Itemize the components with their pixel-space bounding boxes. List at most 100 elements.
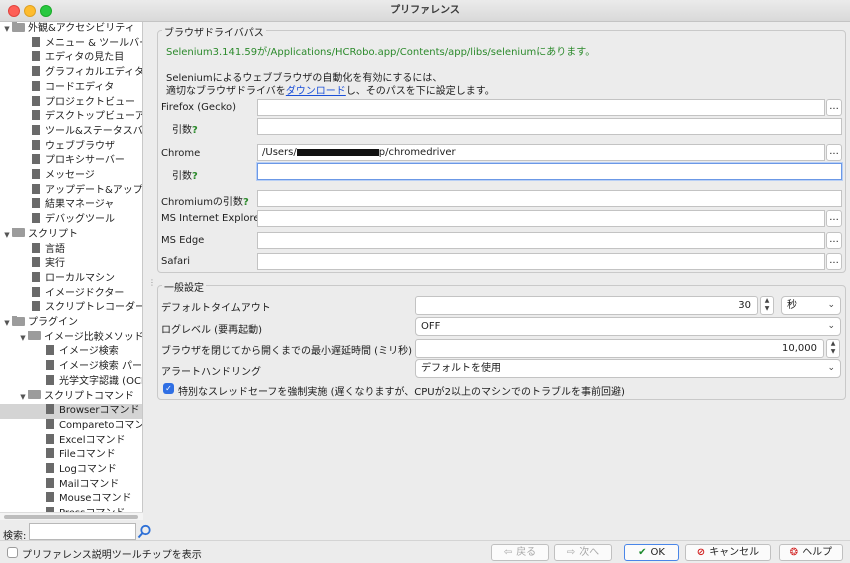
tree-item[interactable]: プロジェクトビュー xyxy=(0,95,142,111)
tree-item[interactable]: イメージ検索 xyxy=(0,345,142,360)
help-button[interactable]: ❂ ヘルプ xyxy=(779,544,843,561)
description-line-2: 適切なブラウザドライバをダウンロードし、そのパスを下に設定します。 xyxy=(166,82,495,97)
window-title: プリファレンス xyxy=(390,5,460,16)
timeout-input[interactable]: 30 xyxy=(415,296,758,315)
tree-item[interactable]: イメージ検索 パート2 xyxy=(0,360,142,375)
ie-path-field[interactable] xyxy=(257,210,825,227)
zoom-window-button[interactable] xyxy=(40,5,52,17)
tree-item[interactable]: Mailコマンド xyxy=(0,477,142,493)
expand-toggle-icon[interactable]: ▼ xyxy=(2,316,12,331)
tree-item[interactable]: Logコマンド xyxy=(0,463,142,478)
browser-driver-group-title: ブラウザドライバパス xyxy=(162,24,266,39)
scrollbar-thumb[interactable] xyxy=(4,515,138,519)
download-link[interactable]: ダウンロード xyxy=(286,86,346,97)
tree-item[interactable]: Comparetoコマンド xyxy=(0,418,142,434)
tree-item[interactable]: メッセージ xyxy=(0,169,142,184)
safari-path-field[interactable] xyxy=(257,253,825,270)
tree-item[interactable]: メニュー & ツールバー xyxy=(0,36,142,52)
tree-folder-item[interactable]: ▼ 外観&アクセシビリティ xyxy=(0,22,142,37)
tree-item-label: 結果マネージャ xyxy=(45,199,115,211)
firefox-args-field[interactable] xyxy=(257,118,842,135)
tree-item[interactable]: 結果マネージャ xyxy=(0,198,142,213)
tree-item[interactable]: Excelコマンド xyxy=(0,433,142,449)
tree-item[interactable]: コードエディタ xyxy=(0,80,142,96)
chromium-text: Chromiumの引数 xyxy=(161,197,243,208)
preferences-tree[interactable]: ▼ 外観&アクセシビリティ メニュー & ツールバー エディタの見た目 グラフィカルエデ… xyxy=(0,22,143,512)
tree-folder-item[interactable]: ▼ スクリプトコマンド xyxy=(0,389,142,405)
expand-toggle-icon[interactable]: ▼ xyxy=(18,390,28,405)
tree-item-label: ローカルマシン xyxy=(45,272,115,284)
tree-folder-item[interactable]: ▼ プラグイン xyxy=(0,316,142,331)
tree-item[interactable]: プロキシサーバー xyxy=(0,154,142,169)
tree-item-label: プロジェクトビュー xyxy=(45,96,135,108)
ie-browse-button[interactable]: ... xyxy=(826,210,842,227)
help-question-icon[interactable]: ? xyxy=(243,197,249,208)
tree-item[interactable]: グラフィカルエディタ xyxy=(0,66,142,81)
chrome-args-field[interactable] xyxy=(257,163,842,180)
next-button[interactable]: ⇨ 次へ xyxy=(554,544,612,561)
tree-item[interactable]: Mouseコマンド xyxy=(0,492,142,507)
alert-select[interactable]: デフォルトを使用 ⌄ xyxy=(415,359,841,378)
tree-item[interactable]: ツール&ステータスバー xyxy=(0,124,142,140)
tree-item[interactable]: エディタの見た目 xyxy=(0,51,142,66)
tree-item[interactable]: ローカルマシン xyxy=(0,271,142,287)
back-button[interactable]: ⇦ 戻る xyxy=(491,544,549,561)
tree-item[interactable]: 実行 xyxy=(0,257,142,272)
next-label: 次へ xyxy=(579,547,600,558)
tree-folder-item[interactable]: ▼ イメージ比較メソッド xyxy=(0,330,143,346)
minimize-window-button[interactable] xyxy=(24,5,36,17)
chrome-path-field[interactable]: /Users/p/chromedriver xyxy=(257,144,825,161)
tree-item-label: デスクトップビューア xyxy=(45,111,143,123)
tooltip-checkbox[interactable] xyxy=(7,547,18,558)
delay-stepper[interactable]: ▲ ▼ xyxy=(826,339,840,358)
loglevel-select[interactable]: OFF ⌄ xyxy=(415,317,841,336)
tree-item[interactable]: 光学文字認識 (OCR) xyxy=(0,374,142,390)
chromium-args-field[interactable] xyxy=(257,190,842,207)
search-icon[interactable] xyxy=(137,524,152,539)
firefox-path-field[interactable] xyxy=(257,99,825,116)
tree-item[interactable]: アップデート&アップグレード xyxy=(0,183,142,199)
search-input[interactable] xyxy=(29,523,136,540)
threadsafe-checkbox[interactable]: ✓ xyxy=(163,383,174,394)
tree-item-label: 実行 xyxy=(45,258,65,270)
expand-toggle-icon[interactable]: ▼ xyxy=(18,331,28,346)
firefox-browse-button[interactable]: ... xyxy=(826,99,842,116)
safari-browse-button[interactable]: ... xyxy=(826,253,842,270)
chrome-path-suffix: p/chromedriver xyxy=(378,147,456,158)
tree-item[interactable]: イメージドクター xyxy=(0,286,142,302)
tree-item-label: メッセージ xyxy=(45,170,95,181)
document-icon xyxy=(32,124,40,135)
splitter-handle[interactable]: ⋮ xyxy=(148,278,156,290)
close-window-button[interactable] xyxy=(8,5,20,17)
tree-item[interactable]: ウェブブラウザ xyxy=(0,139,142,155)
edge-browse-button[interactable]: ... xyxy=(826,232,842,249)
document-icon xyxy=(32,286,40,297)
edge-path-field[interactable] xyxy=(257,232,825,249)
ok-button[interactable]: ✔ OK xyxy=(624,544,679,561)
tree-item[interactable]: Browserコマンド xyxy=(0,404,142,419)
help-question-icon[interactable]: ? xyxy=(192,171,198,182)
tree-item-label: デバッグツール xyxy=(45,214,115,226)
expand-toggle-icon[interactable]: ▼ xyxy=(2,228,12,243)
timeout-stepper[interactable]: ▲ ▼ xyxy=(760,296,774,315)
tree-item[interactable]: Fileコマンド xyxy=(0,448,142,463)
tree-item[interactable]: デスクトップビューア xyxy=(0,110,143,125)
edge-label: MS Edge xyxy=(161,235,205,246)
document-icon xyxy=(32,271,40,282)
document-icon xyxy=(32,110,40,121)
tree-item[interactable]: スクリプトレコーダー xyxy=(0,301,142,316)
cancel-button[interactable]: ⊘ キャンセル xyxy=(685,544,771,561)
tree-item[interactable]: デバッグツール xyxy=(0,213,142,228)
timeout-unit-select[interactable]: 秒 ⌄ xyxy=(781,296,841,315)
chrome-browse-button[interactable]: ... xyxy=(826,144,842,161)
document-icon xyxy=(32,51,40,62)
tree-horizontal-scrollbar[interactable] xyxy=(0,512,143,520)
tree-item-label: Mailコマンド xyxy=(59,478,120,490)
help-question-icon[interactable]: ? xyxy=(192,125,198,136)
tree-item-label: イメージ比較メソッド xyxy=(44,331,143,343)
description-text-end: し、そのパスを下に設定します。 xyxy=(345,86,495,97)
tree-item[interactable]: 言語 xyxy=(0,242,142,258)
delay-input[interactable]: 10,000 xyxy=(415,339,824,358)
expand-toggle-icon[interactable]: ▼ xyxy=(2,22,12,37)
tree-folder-item[interactable]: ▼ スクリプト xyxy=(0,227,142,243)
